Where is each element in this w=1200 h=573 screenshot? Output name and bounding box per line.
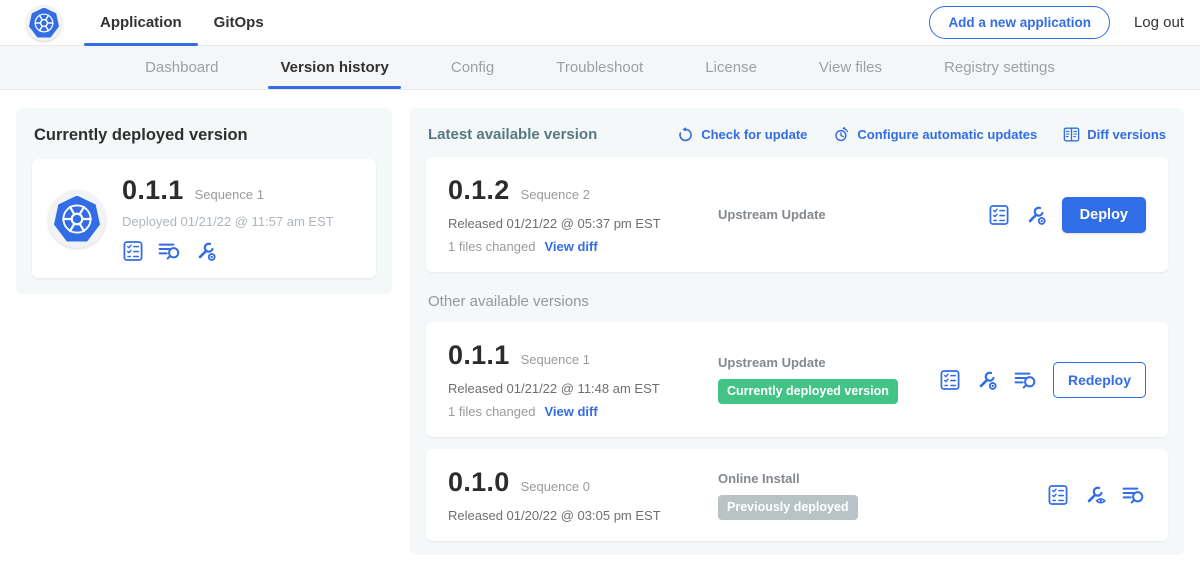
view-diff-link[interactable]: View diff — [544, 239, 597, 254]
version-number: 0.1.2 — [448, 175, 510, 206]
view-logs-icon[interactable] — [1013, 369, 1038, 391]
other-versions-title: Other available versions — [428, 293, 1166, 310]
version-number: 0.1.1 — [122, 175, 184, 206]
currently-deployed-title: Currently deployed version — [34, 126, 376, 145]
app-subnav: Dashboard Version history Config Trouble… — [0, 46, 1200, 90]
redeploy-button[interactable]: Redeploy — [1053, 362, 1146, 398]
configure-automatic-updates-link[interactable]: Configure automatic updates — [833, 126, 1037, 143]
version-info: 0.1.0 Sequence 0 Released 01/20/22 @ 03:… — [448, 467, 700, 523]
subnav-tab-version-history[interactable]: Version history — [278, 46, 390, 89]
version-source: Online Install Previously deployed — [700, 471, 1047, 520]
previously-deployed-badge: Previously deployed — [718, 495, 858, 520]
main-content: Currently deployed version 0.1.1 Sequenc… — [0, 90, 1200, 573]
deployed-timestamp: Deployed 01/21/22 @ 11:57 am EST — [122, 214, 334, 229]
view-logs-icon[interactable] — [157, 240, 182, 262]
diff-icon — [1063, 126, 1080, 143]
version-card-actions: Redeploy — [939, 362, 1146, 398]
edit-config-icon[interactable] — [976, 369, 998, 391]
refresh-icon — [677, 126, 694, 143]
subnav-tab-dashboard-label: Dashboard — [145, 59, 218, 76]
release-notes-icon[interactable] — [1047, 484, 1069, 506]
source-label: Upstream Update — [718, 207, 988, 222]
subnav-tab-config[interactable]: Config — [449, 46, 496, 89]
version-card-0-1-0: 0.1.0 Sequence 0 Released 01/20/22 @ 03:… — [426, 449, 1168, 541]
subnav-tab-view-files[interactable]: View files — [817, 46, 884, 89]
deployed-version-card: 0.1.1 Sequence 1 Deployed 01/21/22 @ 11:… — [32, 159, 376, 278]
version-info: 0.1.1 Sequence 1 Released 01/21/22 @ 11:… — [448, 340, 700, 419]
view-logs-icon[interactable] — [1121, 484, 1146, 506]
sequence-label: Sequence 1 — [195, 187, 264, 202]
diff-versions-link[interactable]: Diff versions — [1063, 126, 1166, 143]
latest-available-title: Latest available version — [428, 126, 597, 143]
header-actions: Add a new application Log out — [929, 0, 1184, 45]
version-actions: Check for update Configure automatic upd… — [677, 126, 1166, 143]
check-for-update-label: Check for update — [701, 127, 807, 142]
deploy-button[interactable]: Deploy — [1062, 197, 1146, 233]
configure-automatic-updates-label: Configure automatic updates — [857, 127, 1037, 142]
release-notes-icon[interactable] — [988, 204, 1010, 226]
deployed-version-info: 0.1.1 Sequence 1 Deployed 01/21/22 @ 11:… — [122, 175, 334, 262]
tab-application-label: Application — [100, 14, 182, 31]
check-for-update-link[interactable]: Check for update — [677, 126, 807, 143]
subnav-tab-registry-settings[interactable]: Registry settings — [942, 46, 1057, 89]
app-logo — [26, 5, 62, 41]
source-label: Online Install — [718, 471, 1047, 486]
tab-gitops-label: GitOps — [214, 14, 264, 31]
subnav-tab-license[interactable]: License — [703, 46, 759, 89]
add-application-button[interactable]: Add a new application — [929, 6, 1110, 39]
subnav-tab-registry-settings-label: Registry settings — [944, 59, 1055, 76]
release-notes-icon[interactable] — [939, 369, 961, 391]
source-label: Upstream Update — [718, 355, 939, 370]
version-source: Upstream Update Currently deployed versi… — [700, 355, 939, 404]
currently-deployed-badge: Currently deployed version — [718, 379, 898, 404]
version-number: 0.1.1 — [448, 340, 510, 371]
schedule-update-icon — [833, 126, 850, 143]
diff-versions-label: Diff versions — [1087, 127, 1166, 142]
available-versions-panel: Latest available version Check for updat… — [410, 108, 1184, 555]
version-card-0-1-2: 0.1.2 Sequence 2 Released 01/21/22 @ 05:… — [426, 157, 1168, 272]
tab-gitops[interactable]: GitOps — [198, 0, 280, 45]
tab-application[interactable]: Application — [84, 0, 198, 45]
kubernetes-wheel-icon — [54, 196, 100, 242]
app-logo — [48, 190, 106, 248]
app-header: Application GitOps Add a new application… — [0, 0, 1200, 46]
subnav-tab-troubleshoot-label: Troubleshoot — [556, 59, 643, 76]
subnav-tab-troubleshoot[interactable]: Troubleshoot — [554, 46, 645, 89]
files-changed-label: 1 files changed — [448, 239, 535, 254]
header-tabs: Application GitOps — [84, 0, 280, 45]
release-notes-icon[interactable] — [122, 240, 144, 262]
subnav-tab-license-label: License — [705, 59, 757, 76]
subnav-tab-dashboard[interactable]: Dashboard — [143, 46, 220, 89]
subnav-tab-config-label: Config — [451, 59, 494, 76]
currently-deployed-panel: Currently deployed version 0.1.1 Sequenc… — [16, 108, 392, 294]
logout-link[interactable]: Log out — [1134, 14, 1184, 31]
edit-config-icon[interactable] — [1025, 204, 1047, 226]
released-timestamp: Released 01/21/22 @ 05:37 pm EST — [448, 216, 700, 231]
sequence-label: Sequence 0 — [521, 479, 590, 494]
released-timestamp: Released 01/20/22 @ 03:05 pm EST — [448, 508, 700, 523]
files-changed-label: 1 files changed — [448, 404, 535, 419]
version-card-actions — [1047, 484, 1146, 506]
subnav-tab-view-files-label: View files — [819, 59, 882, 76]
view-config-icon[interactable] — [1084, 484, 1106, 506]
version-info: 0.1.2 Sequence 2 Released 01/21/22 @ 05:… — [448, 175, 700, 254]
sequence-label: Sequence 1 — [521, 352, 590, 367]
version-card-actions: Deploy — [988, 197, 1146, 233]
version-source: Upstream Update — [700, 207, 988, 222]
sequence-label: Sequence 2 — [521, 187, 590, 202]
kubernetes-wheel-icon — [29, 8, 59, 38]
subnav-tab-version-history-label: Version history — [280, 59, 388, 76]
released-timestamp: Released 01/21/22 @ 11:48 am EST — [448, 381, 700, 396]
view-diff-link[interactable]: View diff — [544, 404, 597, 419]
version-number: 0.1.0 — [448, 467, 510, 498]
edit-config-icon[interactable] — [195, 240, 217, 262]
version-card-0-1-1: 0.1.1 Sequence 1 Released 01/21/22 @ 11:… — [426, 322, 1168, 437]
